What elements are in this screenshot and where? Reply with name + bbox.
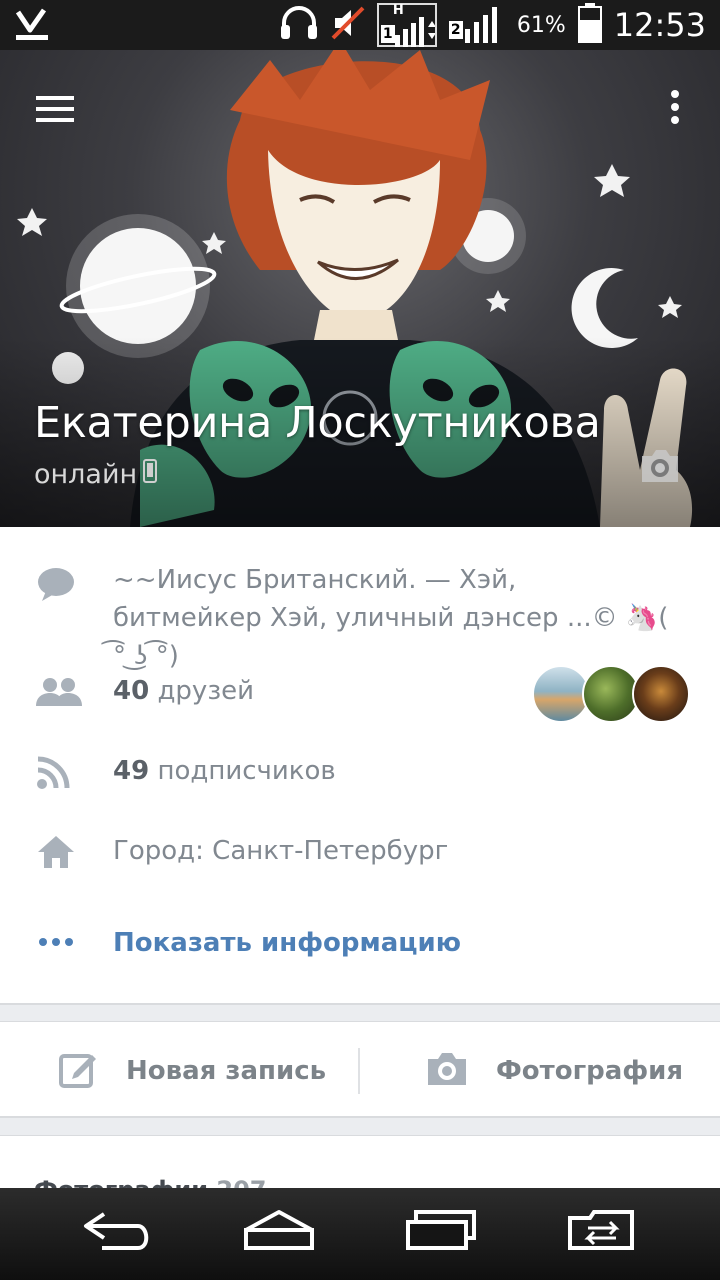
- actions-card: Новая запись Фотография: [0, 1021, 720, 1118]
- signal-sim1-icon: H 1: [376, 3, 437, 47]
- more-horizontal-icon: [38, 932, 74, 951]
- followers-row[interactable]: 49 подписчиков: [0, 742, 720, 802]
- show-info-row[interactable]: Показать информацию: [0, 912, 720, 972]
- new-post-button[interactable]: Новая запись: [58, 1022, 326, 1119]
- profile-info-card: ~~Иисус Британский. — Хэй, битмейкер Хэй…: [0, 527, 720, 1005]
- back-icon[interactable]: [82, 1208, 154, 1260]
- profile-cover[interactable]: Екатерина Лоскутникова онлайн: [0, 50, 720, 527]
- friends-avatars[interactable]: [532, 665, 690, 723]
- status-bar: H 1 2 61% 12:53: [0, 0, 720, 50]
- vk-check-icon: [14, 8, 50, 46]
- status-row[interactable]: ~~Иисус Британский. — Хэй, битмейкер Хэй…: [0, 527, 720, 671]
- friends-count: 40: [113, 676, 150, 706]
- change-cover-camera-icon[interactable]: [638, 446, 682, 486]
- recent-apps-icon[interactable]: [406, 1208, 478, 1260]
- signal-sim2-icon: 2: [448, 5, 505, 45]
- speech-bubble-icon: [36, 567, 76, 607]
- followers-count: 49: [113, 756, 150, 786]
- battery-icon: [577, 3, 602, 47]
- more-vertical-icon[interactable]: [660, 88, 690, 128]
- mobile-phone-icon: [143, 459, 158, 490]
- friends-label: друзей: [157, 676, 255, 706]
- photo-label: Фотография: [496, 1055, 684, 1086]
- show-info-link[interactable]: Показать информацию: [113, 924, 461, 962]
- profile-name: Екатерина Лоскутникова: [34, 398, 601, 448]
- dual-window-icon[interactable]: [566, 1208, 638, 1260]
- mute-icon: [331, 6, 365, 44]
- status-text: ~~Иисус Британский. — Хэй, битмейкер Хэй…: [113, 565, 669, 671]
- friends-icon: [36, 676, 82, 712]
- followers-text: 49 подписчиков: [113, 752, 336, 790]
- followers-label: подписчиков: [157, 756, 336, 786]
- clock: 12:53: [613, 6, 706, 44]
- city-text: Город: Санкт-Петербург: [113, 836, 449, 866]
- network-type-label: H: [392, 3, 404, 18]
- online-status: онлайн: [34, 459, 158, 490]
- system-nav-bar: [0, 1188, 720, 1280]
- hamburger-menu-icon[interactable]: [36, 94, 76, 124]
- headphones-icon: [279, 5, 319, 45]
- new-post-label: Новая запись: [126, 1055, 327, 1086]
- battery-percent: 61%: [516, 12, 566, 38]
- avatar[interactable]: [632, 665, 690, 723]
- home-nav-icon[interactable]: [240, 1208, 318, 1260]
- camera-icon: [426, 1051, 468, 1091]
- photo-button[interactable]: Фотография: [426, 1022, 683, 1119]
- city-row: Город: Санкт-Петербург: [0, 822, 720, 882]
- edit-icon: [58, 1049, 98, 1093]
- sim2-label: 2: [448, 21, 463, 39]
- home-icon: [36, 834, 76, 874]
- rss-feed-icon: [36, 756, 72, 794]
- actions-divider: [358, 1048, 360, 1094]
- sim1-label: 1: [380, 25, 395, 43]
- photos-section[interactable]: Фотографии 207: [0, 1135, 720, 1204]
- friends-text: 40 друзей: [113, 672, 254, 710]
- online-label: онлайн: [34, 459, 138, 490]
